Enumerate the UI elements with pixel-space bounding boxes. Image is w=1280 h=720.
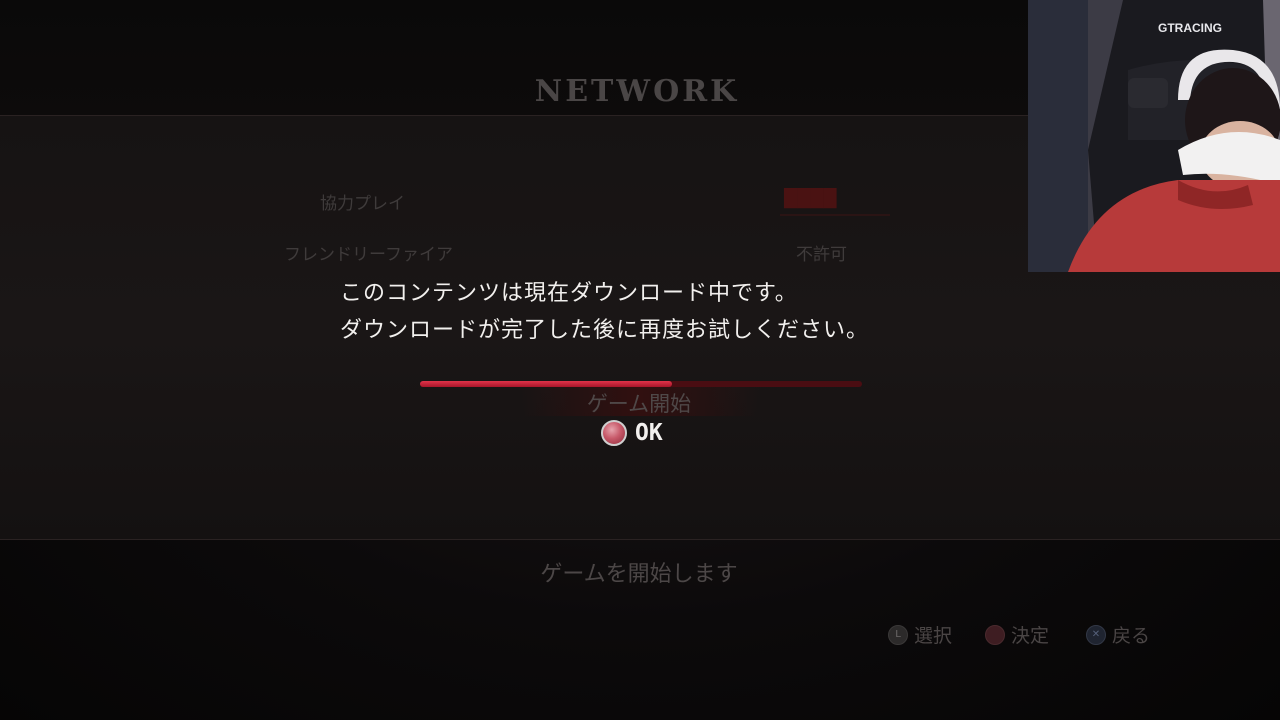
menu-item-friendly-fire-label[interactable]: フレンドリーファイア (284, 240, 453, 265)
dialog-message-line1: このコンテンツは現在ダウンロード中です。 (340, 281, 798, 306)
webcam-overlay: GTRACING (1028, 0, 1280, 272)
menu-item-friendly-fire-value: 不許可 (796, 245, 847, 265)
ok-label: OK (635, 420, 663, 446)
hint-select: L 選択 (888, 621, 952, 648)
webcam-feed: GTRACING (1028, 0, 1280, 272)
cross-button-icon: ✕ (1086, 624, 1106, 645)
l-button-icon: L (888, 624, 908, 645)
menu-item-coop-value: ████ (784, 189, 837, 209)
hint-decide-label: 決定 (1011, 625, 1050, 647)
game-screen: NETWORK 協力プレイ ████ フレンドリーファイア 不許可 ゲーム開始 … (0, 0, 1280, 720)
menu-item-coop-label[interactable]: 協力プレイ (320, 189, 405, 214)
chair-brand-text: GTRACING (1158, 21, 1222, 35)
hint-decide: 決定 (985, 621, 1049, 648)
item-description: ゲームを開始します (540, 562, 738, 587)
hint-back-label: 戻る (1112, 625, 1151, 647)
hint-back: ✕ 戻る (1086, 621, 1150, 648)
start-game-item[interactable]: ゲーム開始 (0, 388, 1278, 418)
circle-button-icon (985, 624, 1005, 645)
download-progress-fill (420, 381, 672, 387)
download-progress-bar (420, 381, 862, 387)
hint-select-label: 選択 (914, 625, 953, 647)
menu-item-coop-underline (780, 214, 890, 216)
circle-button-icon (601, 420, 627, 446)
ok-button[interactable]: OK (601, 418, 663, 448)
dialog-message-line2: ダウンロードが完了した後に再度お試しください。 (340, 318, 870, 343)
